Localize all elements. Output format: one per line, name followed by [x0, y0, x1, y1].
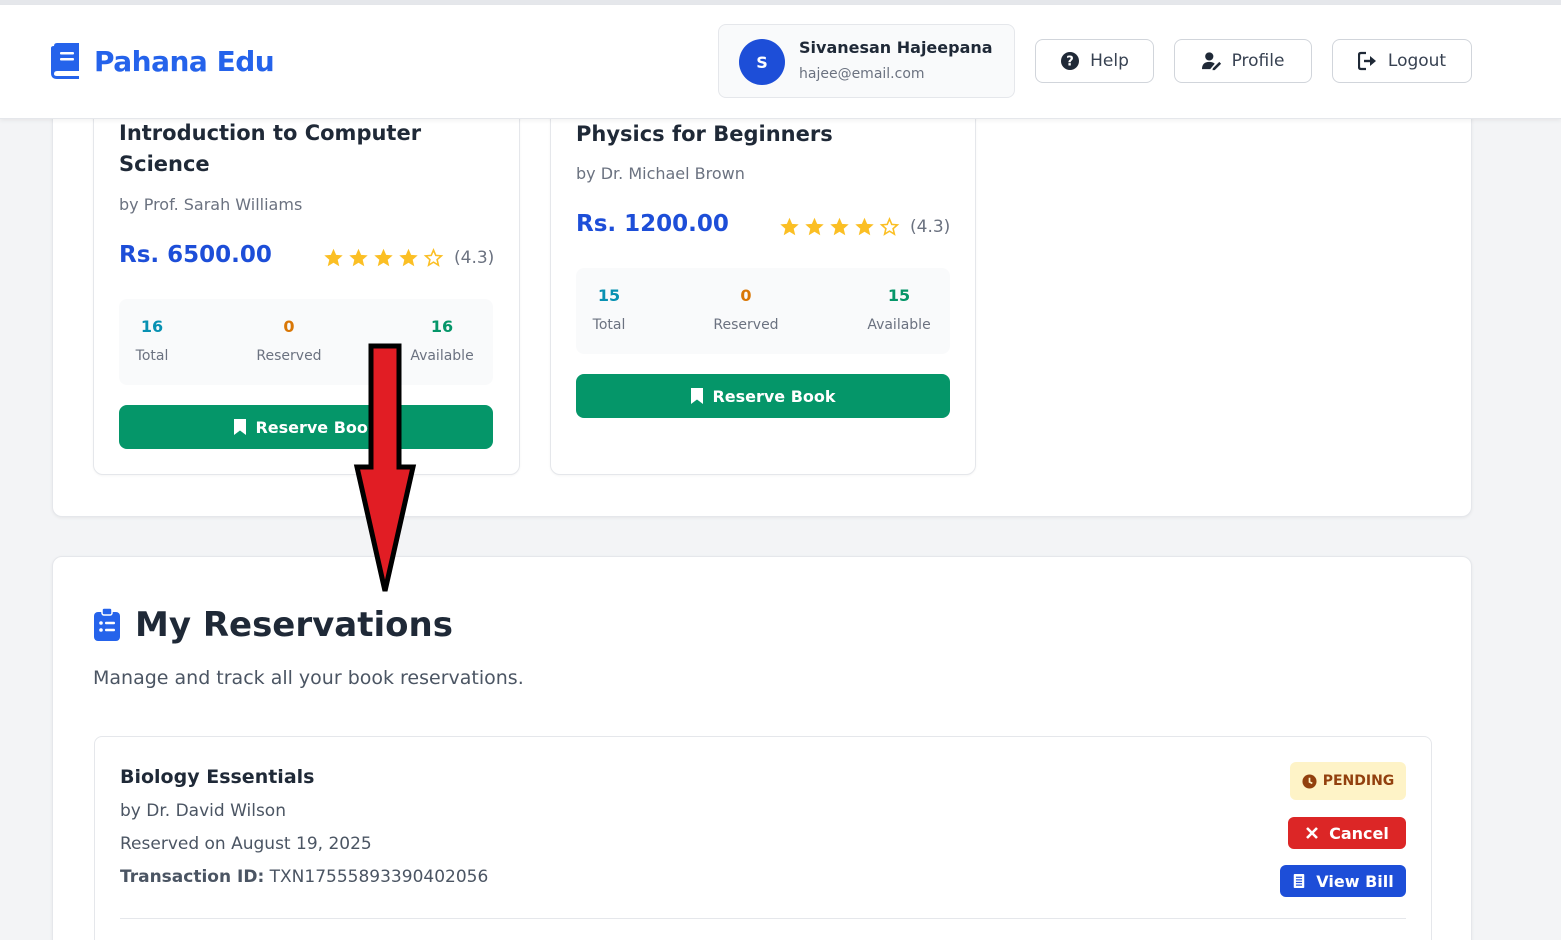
star-icon — [399, 248, 418, 267]
view-bill-button[interactable]: View Bill — [1280, 865, 1406, 897]
star-outline-icon — [423, 248, 444, 267]
user-info: S Sivanesan Hajeepana hajee@email.com — [718, 24, 1015, 98]
section-subtitle: Manage and track all your book reservati… — [93, 667, 524, 689]
stat-value: 16 — [140, 317, 164, 336]
down-arrow-annotation — [353, 343, 417, 592]
rating: (4.3) — [779, 216, 950, 237]
clipboard-list-icon — [94, 608, 120, 641]
star-icon — [324, 248, 343, 267]
reservations-panel: My Reservations Manage and track all you… — [52, 556, 1472, 940]
help-label: Help — [1090, 51, 1129, 71]
book-icon — [51, 43, 79, 79]
app-header: Pahana Edu S Sivanesan Hajeepana hajee@e… — [0, 5, 1561, 119]
stat-reserved: 0 Reserved — [700, 268, 792, 354]
profile-label: Profile — [1231, 51, 1285, 71]
star-icon — [374, 248, 393, 267]
help-button[interactable]: ? Help — [1035, 39, 1154, 83]
reserve-book-button[interactable]: Reserve Book — [576, 374, 950, 418]
section-title: My Reservations — [135, 605, 453, 645]
star-icon — [349, 248, 368, 267]
status-badge: PENDING — [1290, 762, 1406, 800]
stat-label: Reserved — [713, 317, 779, 333]
book-title: Introduction to Computer Science — [119, 121, 422, 176]
star-icon — [830, 217, 849, 236]
rating-text: (4.3) — [454, 247, 495, 268]
bookmark-icon — [691, 388, 704, 404]
stat-label: Total — [592, 317, 626, 333]
book-author: by Prof. Sarah Williams — [119, 195, 303, 214]
reservation-date: Reserved on August 19, 2025 — [120, 834, 372, 854]
book-author: by Dr. Michael Brown — [576, 164, 745, 183]
logout-icon — [1357, 51, 1376, 71]
reservation-author: by Dr. David Wilson — [120, 801, 286, 821]
brand[interactable]: Pahana Edu — [50, 43, 275, 79]
svg-text:?: ? — [1066, 55, 1074, 70]
stat-value: 15 — [887, 286, 911, 305]
stat-value: 0 — [283, 317, 295, 336]
avatar: S — [739, 39, 785, 85]
star-icon — [780, 217, 799, 236]
divider — [120, 918, 1406, 919]
status-text: PENDING — [1322, 773, 1395, 789]
books-panel: Introduction to Computer Science by Prof… — [52, 51, 1472, 517]
x-icon — [1306, 827, 1319, 839]
profile-button[interactable]: Profile — [1174, 39, 1312, 83]
stock-stats: 16 Total 0 Reserved 16 Available — [119, 299, 493, 385]
reserve-book-button[interactable]: Reserve Book — [119, 405, 493, 449]
user-email: hajee@email.com — [799, 66, 925, 82]
help-circle-icon: ? — [1061, 52, 1080, 70]
stat-value: 0 — [740, 286, 752, 305]
reservation-book-title: Biology Essentials — [120, 766, 315, 788]
rating-text: (4.3) — [910, 216, 951, 237]
stat-reserved: 0 Reserved — [243, 299, 335, 385]
book-price: Rs. 6500.00 — [119, 242, 272, 268]
cancel-button[interactable]: Cancel — [1288, 817, 1406, 849]
user-edit-icon — [1201, 52, 1221, 71]
clock-icon — [1302, 773, 1317, 789]
stat-value: 15 — [597, 286, 621, 305]
logout-label: Logout — [1387, 51, 1447, 71]
stat-label: Total — [135, 348, 169, 364]
stat-label: Available — [867, 317, 931, 333]
transaction-id: TXN17555893390402056 — [269, 867, 489, 887]
rating: (4.3) — [323, 247, 494, 268]
view-bill-label: View Bill — [1316, 871, 1394, 891]
stat-value: 16 — [430, 317, 454, 336]
star-icon — [855, 217, 874, 236]
stat-total: 15 Total — [576, 268, 642, 354]
bookmark-icon — [234, 419, 247, 435]
transaction-line: Transaction ID: TXN17555893390402056 — [120, 867, 488, 887]
reservation-card: Biology Essentials by Dr. David Wilson R… — [94, 736, 1432, 940]
stat-available: 15 Available — [856, 268, 942, 354]
receipt-icon — [1294, 874, 1305, 888]
star-outline-icon — [879, 217, 900, 236]
book-price: Rs. 1200.00 — [576, 211, 729, 237]
section-heading: My Reservations — [93, 605, 453, 645]
reserve-book-label: Reserve Book — [712, 386, 836, 406]
user-name: Sivanesan Hajeepana — [799, 38, 993, 57]
stat-label: Reserved — [256, 348, 322, 364]
stock-stats: 15 Total 0 Reserved 15 Available — [576, 268, 950, 354]
star-icon — [805, 217, 824, 236]
transaction-label: Transaction ID: — [120, 867, 265, 887]
logout-button[interactable]: Logout — [1332, 39, 1472, 83]
book-title: Physics for Beginners — [576, 122, 833, 146]
stat-total: 16 Total — [119, 299, 185, 385]
cancel-label: Cancel — [1329, 823, 1389, 843]
brand-name: Pahana Edu — [94, 44, 275, 78]
